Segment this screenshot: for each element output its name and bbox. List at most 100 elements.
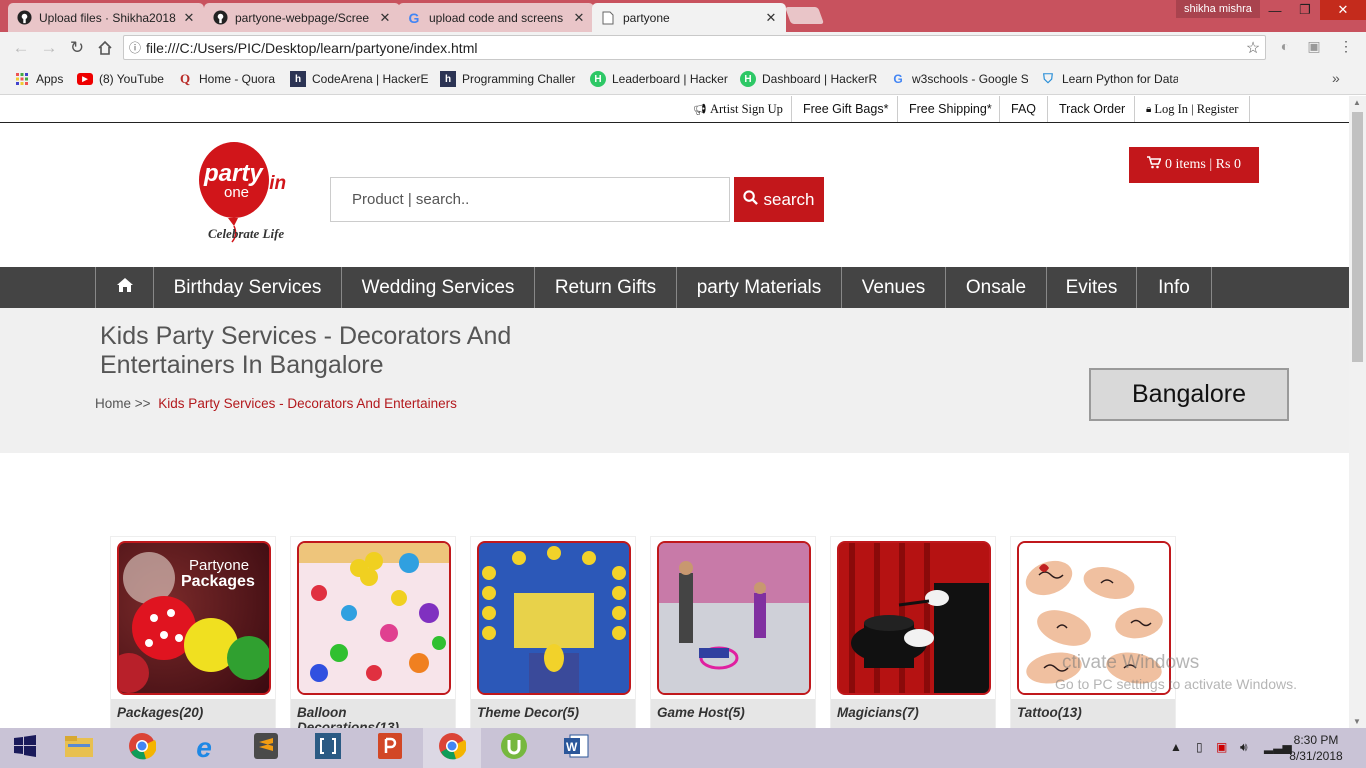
- windows-logo-icon: [14, 734, 36, 762]
- extension-icon[interactable]: ◐: [1275, 38, 1295, 58]
- tab-strip: Upload files · Shikha2018 ✕ partyone-web…: [0, 0, 1366, 32]
- artist-signup-link[interactable]: 📢︎ Artist Sign Up: [682, 96, 794, 122]
- info-icon[interactable]: ⓘ: [124, 39, 146, 56]
- nav-label: Wedding Services: [361, 276, 515, 298]
- tab-title: upload code and screens: [429, 10, 564, 25]
- search-placeholder: Product | search..: [352, 191, 470, 208]
- bookmark-youtube[interactable]: ▶ (8) YouTube: [77, 71, 169, 87]
- home-icon[interactable]: [94, 37, 116, 59]
- megaphone-icon: 📢︎: [693, 103, 707, 116]
- bookmark-quora[interactable]: Q Home - Quora: [177, 71, 281, 87]
- new-tab-button[interactable]: [784, 7, 825, 24]
- breadcrumb-home[interactable]: Home >>: [95, 396, 151, 411]
- lock-icon: 🔒︎: [1146, 103, 1152, 115]
- free-gift-bags-link[interactable]: Free Gift Bags*: [791, 96, 899, 122]
- bookmark-star-icon[interactable]: ☆: [1241, 38, 1265, 58]
- close-tab-icon[interactable]: ✕: [182, 10, 196, 26]
- category-card-magicians[interactable]: Magicians(7): [830, 536, 996, 728]
- youtube-icon: ▶: [77, 73, 93, 85]
- free-shipping-link[interactable]: Free Shipping*: [897, 96, 1003, 122]
- apps-grid-icon: [14, 71, 30, 87]
- sublime-text-button[interactable]: [237, 728, 295, 768]
- network-warning-icon[interactable]: ▣: [1216, 740, 1227, 754]
- more-bookmarks-icon[interactable]: »: [1332, 70, 1340, 86]
- nav-return-gifts[interactable]: Return Gifts: [535, 267, 677, 308]
- file-explorer-button[interactable]: [50, 728, 108, 768]
- tab-upload-files[interactable]: Upload files · Shikha2018 ✕: [8, 3, 204, 32]
- close-tab-icon[interactable]: ✕: [378, 10, 392, 26]
- nav-evites[interactable]: Evites: [1047, 267, 1137, 308]
- faq-link[interactable]: FAQ: [999, 96, 1047, 122]
- page-scrollbar[interactable]: ▲ ▼: [1349, 96, 1366, 728]
- start-button[interactable]: [0, 728, 50, 768]
- internet-explorer-button[interactable]: e: [175, 728, 233, 768]
- search-icon: [743, 189, 759, 210]
- system-clock[interactable]: 8:30 PM 8/31/2018: [1286, 732, 1346, 764]
- extension-icon[interactable]: ▣: [1304, 38, 1324, 58]
- track-order-link[interactable]: Track Order: [1047, 96, 1136, 122]
- nav-onsale[interactable]: Onsale: [946, 267, 1047, 308]
- tab-google-search[interactable]: G upload code and screens ✕: [398, 3, 594, 32]
- tab-partyone-webpage[interactable]: partyone-webpage/Scree ✕: [204, 3, 400, 32]
- close-window-icon[interactable]: ✕: [1320, 0, 1366, 20]
- page-icon: [600, 10, 616, 26]
- profile-name[interactable]: shikha mishra: [1176, 0, 1260, 18]
- search-button[interactable]: search: [734, 177, 824, 222]
- maximize-icon[interactable]: ❐: [1290, 0, 1320, 20]
- category-card-game-host[interactable]: Game Host(5): [650, 536, 816, 728]
- volume-icon[interactable]: 🔊︎: [1240, 740, 1248, 755]
- github-icon: [212, 10, 228, 26]
- scrollbar-thumb[interactable]: [1352, 112, 1363, 362]
- bookmark-label: Dashboard | HackerR: [762, 72, 878, 86]
- brackets-button[interactable]: [299, 728, 357, 768]
- category-card-tattoo[interactable]: Tattoo(13): [1010, 536, 1176, 728]
- scroll-down-icon[interactable]: ▼: [1353, 717, 1361, 726]
- breadcrumb-current[interactable]: Kids Party Services - Decorators And Ent…: [158, 396, 457, 411]
- chrome-icon: [438, 732, 467, 765]
- forward-icon[interactable]: →: [38, 37, 60, 59]
- bookmark-leaderboard[interactable]: H Leaderboard | Hacker: [590, 71, 728, 87]
- menu-icon[interactable]: ⋮: [1336, 38, 1356, 58]
- nav-venues[interactable]: Venues: [842, 267, 946, 308]
- bookmark-programming[interactable]: h Programming Challer: [440, 71, 578, 87]
- reload-icon[interactable]: ↻: [66, 37, 88, 59]
- login-register-link[interactable]: 🔒︎ Log In | Register: [1134, 96, 1251, 122]
- nav-wedding-services[interactable]: Wedding Services: [342, 267, 535, 308]
- utorrent-button[interactable]: [485, 728, 543, 768]
- close-tab-icon[interactable]: ✕: [764, 10, 778, 26]
- chrome-active-button[interactable]: [423, 728, 481, 768]
- bookmark-learn-python[interactable]: ⛉ Learn Python for Data: [1040, 71, 1178, 87]
- google-icon: G: [408, 9, 420, 26]
- word-button[interactable]: W: [547, 728, 605, 768]
- nav-birthday-services[interactable]: Birthday Services: [154, 267, 342, 308]
- category-card-packages[interactable]: Partyone Packages Packages(20): [110, 536, 276, 728]
- minimize-icon[interactable]: —: [1260, 0, 1290, 20]
- chrome-button[interactable]: [113, 728, 171, 768]
- partyone-logo[interactable]: party one .in Celebrate Life: [198, 140, 308, 244]
- show-hidden-icons[interactable]: ▲: [1170, 740, 1182, 754]
- shield-icon: ⛉: [1043, 71, 1053, 86]
- home-icon: [116, 277, 134, 299]
- city-selector-button[interactable]: Bangalore: [1089, 368, 1289, 421]
- bookmark-dashboard[interactable]: H Dashboard | HackerR: [740, 71, 878, 87]
- cart-button[interactable]: 0 items | Rs 0: [1129, 147, 1259, 183]
- close-tab-icon[interactable]: ✕: [572, 10, 586, 26]
- bookmark-w3schools[interactable]: G w3schools - Google S: [890, 71, 1028, 87]
- scroll-up-icon[interactable]: ▲: [1353, 98, 1361, 107]
- nav-party-materials[interactable]: party Materials: [677, 267, 842, 308]
- bookmark-codearena[interactable]: h CodeArena | HackerE: [290, 71, 430, 87]
- product-search-input[interactable]: Product | search..: [330, 177, 730, 222]
- link-label: Artist Sign Up: [709, 101, 783, 116]
- nav-home[interactable]: [95, 267, 154, 308]
- windows-taskbar: e W ▲ ▯ ▣ 🔊︎ ▂▃▅ 8:30 PM 8/31/2018: [0, 728, 1366, 768]
- card-label: Packages(20): [111, 699, 275, 728]
- category-card-theme-decor[interactable]: Theme Decor(5): [470, 536, 636, 728]
- bookmark-apps[interactable]: Apps: [14, 71, 74, 87]
- battery-icon[interactable]: ▯: [1196, 740, 1203, 754]
- category-card-balloon-decorations[interactable]: Balloon Decorations(13): [290, 536, 456, 728]
- nav-info[interactable]: Info: [1137, 267, 1212, 308]
- tab-partyone[interactable]: partyone ✕: [592, 3, 786, 32]
- office-app-button[interactable]: [361, 728, 419, 768]
- address-bar[interactable]: ⓘ file:///C:/Users/PIC/Desktop/learn/par…: [123, 35, 1266, 60]
- back-icon[interactable]: ←: [10, 37, 32, 59]
